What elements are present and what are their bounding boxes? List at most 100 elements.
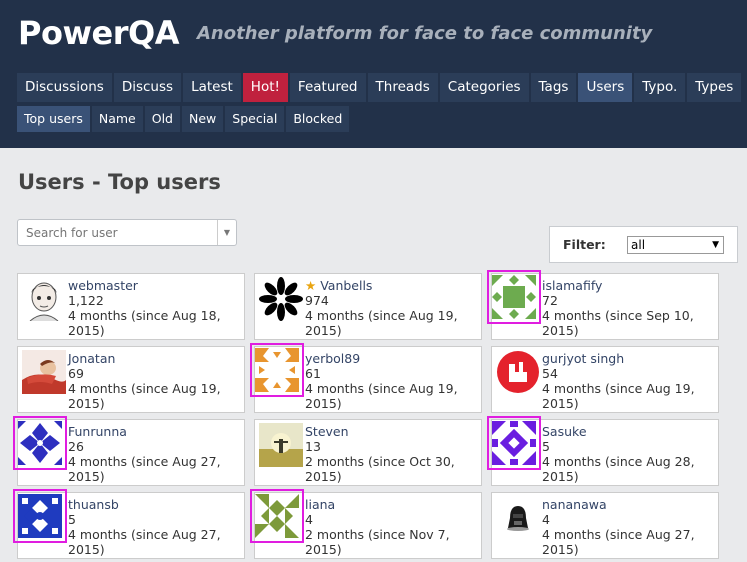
subnav-top-users[interactable]: Top users — [17, 106, 90, 132]
user-name: Vanbells — [320, 278, 373, 293]
user-card: gurjyot singh 54 4 months (since Aug 19,… — [491, 346, 719, 413]
user-info: Funrunna 26 4 months (since Aug 27, 2015… — [68, 424, 221, 484]
user-points: 54 — [542, 366, 558, 381]
nav-users[interactable]: Users — [578, 73, 633, 102]
primary-nav: Discussions Discuss Latest Hot! Featured… — [17, 73, 743, 102]
user-points: 13 — [305, 439, 321, 454]
user-name-link[interactable]: thuansb — [68, 497, 221, 512]
filter-select[interactable]: all ▼ — [627, 236, 724, 254]
user-search-combobox[interactable]: ▼ — [17, 219, 237, 246]
subnav-blocked[interactable]: Blocked — [286, 106, 350, 132]
user-card: islamafify 72 4 months (since Sep 10, 20… — [487, 270, 719, 340]
nav-discussions[interactable]: Discussions — [17, 73, 112, 102]
page-title: Users - Top users — [18, 170, 221, 194]
filter-label: Filter: — [563, 237, 606, 252]
nav-typo[interactable]: Typo. — [634, 73, 686, 102]
subnav-special[interactable]: Special — [225, 106, 285, 132]
user-name-link[interactable]: nananawa — [542, 497, 695, 512]
user-since-year: 2015) — [68, 469, 105, 484]
user-card: Jonatan 69 4 months (since Aug 19, 2015) — [17, 346, 245, 413]
user-since-year: 2015) — [542, 323, 579, 338]
user-since: 4 months (since Aug 19, — [68, 381, 221, 396]
user-avatar[interactable] — [259, 423, 303, 467]
user-since: 4 months (since Aug 27, — [542, 527, 695, 542]
user-points: 61 — [305, 366, 321, 381]
user-since-year: 2015) — [305, 469, 342, 484]
user-since: 4 months (since Aug 19, — [305, 381, 458, 396]
user-card: Sasuke 5 4 months (since Aug 28, 2015) — [487, 416, 719, 486]
user-card: thuansb 5 4 months (since Aug 27, 2015) — [13, 489, 245, 559]
user-since-year: 2015) — [305, 396, 342, 411]
user-name-link[interactable]: yerbol89 — [305, 351, 458, 366]
user-name-link[interactable]: Jonatan — [68, 351, 221, 366]
user-info: Jonatan 69 4 months (since Aug 19, 2015) — [68, 351, 221, 411]
user-avatar[interactable] — [250, 343, 304, 397]
search-input[interactable] — [18, 220, 216, 245]
user-avatar[interactable] — [22, 277, 66, 321]
user-info: gurjyot singh 54 4 months (since Aug 19,… — [542, 351, 695, 411]
user-info: Steven 13 2 months (since Oct 30, 2015) — [305, 424, 455, 484]
user-name-link[interactable]: Sasuke — [542, 424, 695, 439]
user-since: 4 months (since Aug 28, — [542, 454, 695, 469]
user-since-year: 2015) — [68, 396, 105, 411]
user-avatar[interactable] — [496, 350, 540, 394]
user-info: nananawa 4 4 months (since Aug 27, 2015) — [542, 497, 695, 557]
user-name-link[interactable]: liana — [305, 497, 450, 512]
user-name-link[interactable]: ★ Vanbells — [305, 278, 458, 293]
site-logo[interactable]: PowerQA — [18, 14, 179, 52]
nav-latest[interactable]: Latest — [183, 73, 241, 102]
user-since: 4 months (since Aug 27, — [68, 454, 221, 469]
user-card: Funrunna 26 4 months (since Aug 27, 2015… — [13, 416, 245, 486]
user-name-link[interactable]: islamafify — [542, 278, 694, 293]
nav-tags[interactable]: Tags — [530, 73, 577, 102]
user-since-year: 2015) — [542, 469, 579, 484]
user-avatar[interactable] — [250, 489, 304, 543]
user-card: ★ Vanbells 974 4 months (since Aug 19, 2… — [254, 273, 482, 340]
user-name-link[interactable]: Funrunna — [68, 424, 221, 439]
user-points: 5 — [542, 439, 550, 454]
subnav-new[interactable]: New — [182, 106, 224, 132]
user-since: 4 months (since Sep 10, — [542, 308, 694, 323]
nav-discuss[interactable]: Discuss — [113, 73, 182, 102]
nav-hot[interactable]: Hot! — [242, 73, 288, 102]
user-card: yerbol89 61 4 months (since Aug 19, 2015… — [250, 343, 482, 413]
user-name-link[interactable]: gurjyot singh — [542, 351, 695, 366]
user-info: islamafify 72 4 months (since Sep 10, 20… — [542, 278, 694, 338]
user-points: 974 — [305, 293, 329, 308]
user-card: Steven 13 2 months (since Oct 30, 2015) — [254, 419, 482, 486]
user-avatar[interactable] — [487, 416, 541, 470]
user-avatar[interactable] — [13, 416, 67, 470]
user-since-year: 2015) — [305, 542, 342, 557]
user-since-year: 2015) — [542, 396, 579, 411]
nav-types[interactable]: Types — [687, 73, 742, 102]
user-info: Sasuke 5 4 months (since Aug 28, 2015) — [542, 424, 695, 484]
user-since-year: 2015) — [542, 542, 579, 557]
user-since-year: 2015) — [68, 323, 105, 338]
nav-featured[interactable]: Featured — [289, 73, 366, 102]
site-tagline: Another platform for face to face commun… — [197, 23, 653, 44]
star-icon: ★ — [305, 278, 317, 293]
user-points: 1,122 — [68, 293, 104, 308]
user-since: 2 months (since Nov 7, — [305, 527, 450, 542]
user-avatar[interactable] — [259, 277, 303, 321]
user-info: yerbol89 61 4 months (since Aug 19, 2015… — [305, 351, 458, 411]
user-avatar[interactable] — [487, 270, 541, 324]
user-since-year: 2015) — [68, 542, 105, 557]
site-header: PowerQA Another platform for face to fac… — [0, 0, 747, 148]
user-name-link[interactable]: webmaster — [68, 278, 221, 293]
user-name-link[interactable]: Steven — [305, 424, 455, 439]
chevron-down-icon[interactable]: ▼ — [217, 220, 236, 245]
user-avatar[interactable] — [496, 496, 540, 540]
user-info: thuansb 5 4 months (since Aug 27, 2015) — [68, 497, 221, 557]
user-since: 4 months (since Aug 19, — [305, 308, 458, 323]
user-points: 4 — [305, 512, 313, 527]
user-points: 69 — [68, 366, 84, 381]
subnav-name[interactable]: Name — [91, 106, 143, 132]
user-card: webmaster 1,122 4 months (since Aug 18, … — [17, 273, 245, 340]
user-avatar[interactable] — [22, 350, 66, 394]
nav-threads[interactable]: Threads — [367, 73, 438, 102]
user-avatar[interactable] — [13, 489, 67, 543]
user-info: webmaster 1,122 4 months (since Aug 18, … — [68, 278, 221, 338]
subnav-old[interactable]: Old — [144, 106, 180, 132]
nav-categories[interactable]: Categories — [439, 73, 529, 102]
